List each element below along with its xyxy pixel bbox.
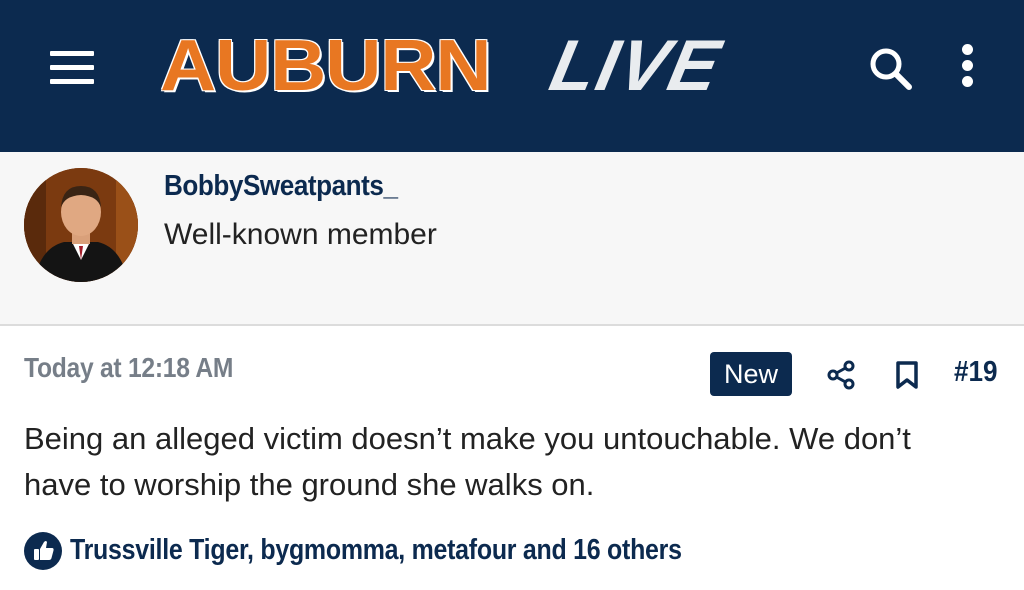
more-vertical-icon[interactable] — [958, 44, 978, 90]
post-number-link[interactable]: #19 — [954, 356, 998, 389]
post-message-body: Being an alleged victim doesn’t make you… — [24, 421, 911, 502]
logo-secondary-text: LIVE — [543, 26, 729, 106]
share-icon[interactable] — [826, 360, 856, 390]
thumbs-up-icon — [24, 532, 62, 570]
reactions-text: Trussville Tiger, bygmomma, metafour and… — [70, 534, 682, 566]
site-logo[interactable]: AUBURN LIVE — [160, 26, 729, 106]
logo-primary-text: AUBURN — [160, 26, 492, 106]
top-app-bar: AUBURN LIVE — [0, 0, 1024, 152]
bookmark-icon[interactable] — [894, 360, 920, 390]
search-icon[interactable] — [866, 44, 914, 92]
author-username[interactable]: BobbySweatpants_ — [164, 170, 398, 203]
avatar[interactable] — [24, 168, 138, 282]
post-author-block: BobbySweatpants_ Well-known member — [0, 152, 1024, 326]
menu-icon[interactable] — [50, 51, 94, 85]
author-title: Well-known member — [164, 218, 437, 251]
new-badge: New — [710, 352, 792, 396]
post-timestamp[interactable]: Today at 12:18 AM — [24, 352, 233, 384]
